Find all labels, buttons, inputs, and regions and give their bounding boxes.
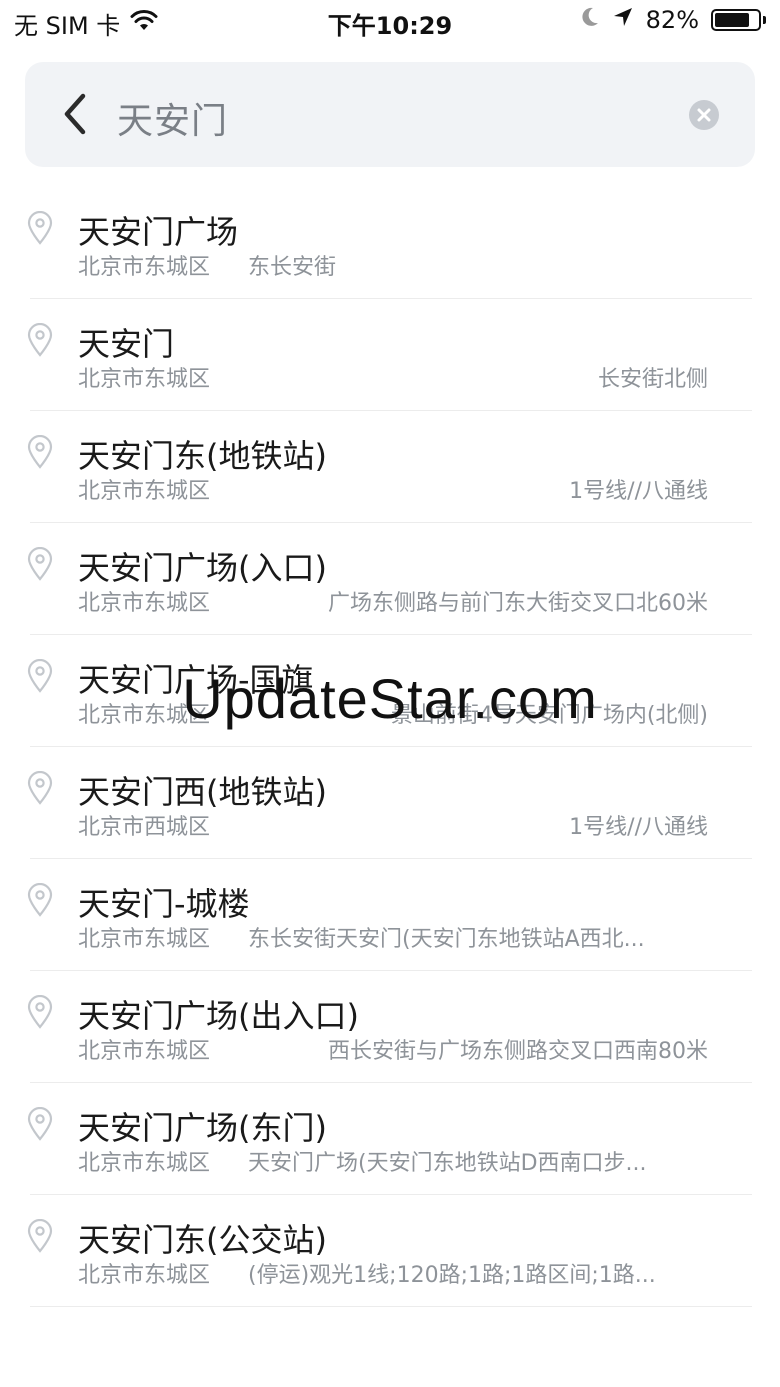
result-title: 天安门广场-国旗	[78, 661, 314, 699]
result-district: 北京市东城区	[78, 1263, 211, 1288]
result-title: 天安门-城楼	[78, 885, 250, 923]
result-address: 广场东侧路与前门东大街交叉口北60米	[328, 591, 708, 616]
battery-percent: 82%	[645, 6, 699, 34]
result-address: 东长安街天安门(天安门东地铁站A西北...	[248, 927, 645, 952]
result-address: (停运)观光1线;120路;1路;1路区间;1路...	[248, 1263, 656, 1288]
list-item[interactable]: 天安门广场(入口) 北京市东城区 广场东侧路与前门东大街交叉口北60米	[0, 523, 780, 635]
result-title: 天安门广场	[78, 213, 239, 251]
search-bar: 天安门	[25, 62, 755, 167]
map-pin-icon	[26, 882, 54, 917]
result-district: 北京市东城区	[78, 367, 211, 392]
list-item[interactable]: 天安门广场(出入口) 北京市东城区 西长安街与广场东侧路交叉口西南80米	[0, 971, 780, 1083]
results-list: 天安门广场 北京市东城区 东长安街 天安门 北京市东城区 长安街北侧 天安门东(地铁站) 北京…	[0, 187, 780, 1307]
moon-icon	[580, 6, 600, 34]
battery-fill	[715, 13, 749, 27]
list-item[interactable]: 天安门广场(东门) 北京市东城区 天安门广场(天安门东地铁站D西南口步...	[0, 1083, 780, 1195]
back-button[interactable]	[57, 90, 97, 138]
search-input[interactable]: 天安门	[117, 92, 228, 144]
result-title: 天安门广场(东门)	[78, 1109, 327, 1147]
result-district: 北京市东城区	[78, 479, 211, 504]
result-title: 天安门东(公交站)	[78, 1221, 327, 1259]
list-item[interactable]: 天安门广场北京市东城区 东长安街	[0, 187, 780, 299]
result-address: 长安街北侧	[597, 367, 708, 392]
list-item[interactable]: 天安门东(地铁站) 北京市东城区 1号线//八通线	[0, 411, 780, 523]
list-item[interactable]: 天安门西(地铁站) 北京市西城区 1号线//八通线	[0, 747, 780, 859]
map-pin-icon	[26, 770, 54, 805]
list-item[interactable]: 天安门-城楼北京市东城区 东长安街天安门(天安门东地铁站A西北...	[0, 859, 780, 971]
result-title: 天安门西(地铁站)	[78, 773, 327, 811]
map-pin-icon	[26, 1218, 54, 1253]
map-pin-icon	[26, 322, 54, 357]
divider	[30, 1306, 752, 1307]
status-bar: 无 SIM 卡 下午10:29 82%	[0, 0, 780, 42]
battery-icon	[711, 9, 761, 31]
battery-cap	[763, 16, 766, 24]
map-pin-icon	[26, 210, 54, 245]
result-district: 北京市东城区	[78, 591, 211, 616]
map-pin-icon	[26, 658, 54, 693]
list-item[interactable]: 天安门广场-国旗北京市东城区 景山前街4号天安门广场内(北侧)	[0, 635, 780, 747]
result-title: 天安门广场(入口)	[78, 549, 327, 587]
result-address: 西长安街与广场东侧路交叉口西南80米	[328, 1039, 708, 1064]
map-pin-icon	[26, 1106, 54, 1141]
map-pin-icon	[26, 994, 54, 1029]
result-address: 1号线//八通线	[569, 815, 708, 840]
result-district: 北京市东城区	[78, 255, 211, 280]
result-title: 天安门	[78, 325, 175, 363]
list-item[interactable]: 天安门东(公交站) 北京市东城区 (停运)观光1线;120路;1路;1路区间;1路.…	[0, 1195, 780, 1307]
result-district: 北京市东城区	[78, 1039, 211, 1064]
result-district: 北京市东城区	[78, 927, 211, 952]
result-address: 1号线//八通线	[569, 479, 708, 504]
result-district: 北京市东城区	[78, 703, 211, 728]
status-right: 82%	[580, 6, 766, 34]
result-address: 景山前街4号天安门广场内(北侧)	[390, 703, 708, 728]
list-item[interactable]: 天安门北京市东城区 长安街北侧	[0, 299, 780, 411]
map-pin-icon	[26, 546, 54, 581]
result-district: 北京市东城区	[78, 1151, 211, 1176]
result-district: 北京市西城区	[78, 815, 211, 840]
result-title: 天安门东(地铁站)	[78, 437, 327, 475]
location-arrow-icon	[612, 6, 634, 34]
map-pin-icon	[26, 434, 54, 469]
result-title: 天安门广场(出入口)	[78, 997, 359, 1035]
clear-button[interactable]	[689, 100, 719, 130]
result-address: 东长安街	[248, 255, 337, 280]
back-chevron-icon	[57, 93, 97, 142]
result-address: 天安门广场(天安门东地铁站D西南口步...	[248, 1151, 647, 1176]
